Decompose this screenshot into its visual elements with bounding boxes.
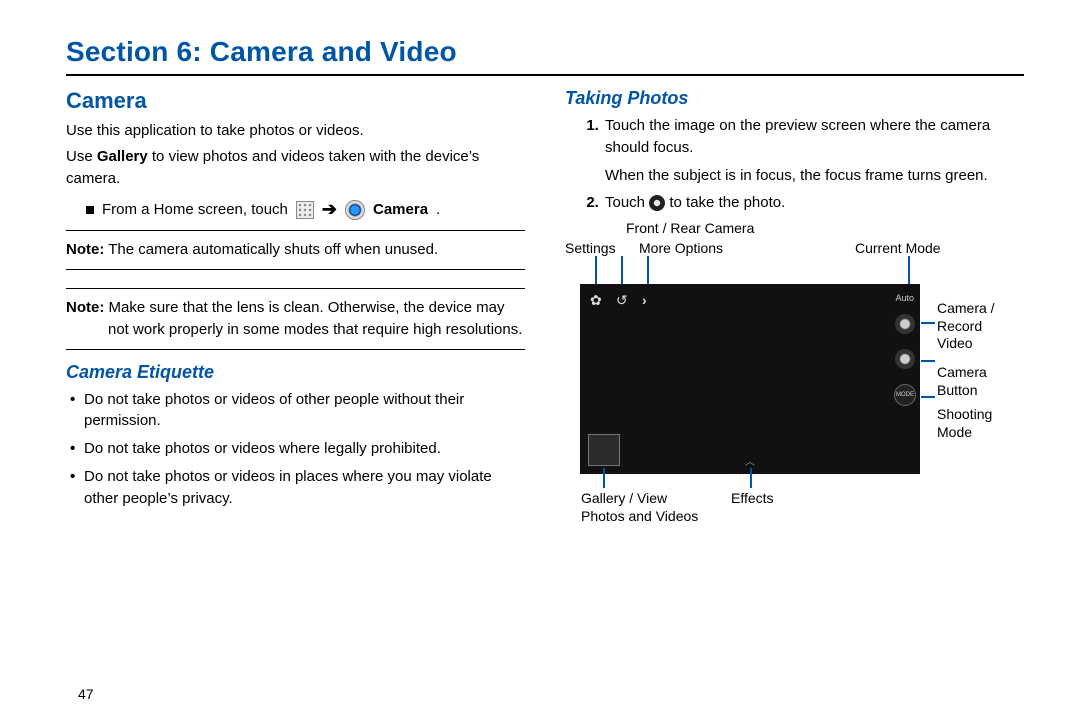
nav-period: . [436,201,440,218]
arrow-icon: ➔ [322,199,337,220]
camera-app-icon [345,200,365,220]
label-gallery-view: Gallery / View Photos and Videos [581,490,711,525]
list-item: Do not take photos or videos of other pe… [84,389,525,433]
label-shooting-mode: Shooting Mode [937,406,1007,441]
list-item: Do not take photos or videos where legal… [84,438,525,460]
note-1: Note: The camera automatically shuts off… [66,239,525,261]
shutter-icon [649,195,665,211]
nav-camera-label: Camera [373,201,428,218]
left-column: Camera Use this application to take phot… [66,88,525,520]
chevron-up-icon: ︿ [745,453,755,468]
subheading-taking-photos: Taking Photos [565,88,1024,109]
note2-text: Make sure that the lens is clean. Otherw… [104,299,522,338]
rule-1 [66,230,525,231]
list-item: Do not take photos or videos in places w… [84,466,525,510]
step-1: Touch the image on the preview screen wh… [603,115,1024,186]
square-bullet-icon [86,206,94,214]
step-2: Touch to take the photo. [603,192,1024,214]
camera-button-icon [895,349,915,369]
section-title: Section 6: Camera and Video [66,36,1024,68]
step1b: When the subject is in focus, the focus … [605,165,1024,187]
step2-pre: Touch [605,194,649,211]
gear-icon: ✿ [590,292,602,309]
label-camera-button: Camera Button [937,364,1007,399]
callout-line [921,396,935,398]
note2-label: Note: [66,299,104,316]
record-button-icon [895,314,915,334]
callout-line [750,468,752,488]
chevron-right-icon: › [642,292,647,308]
label-effects: Effects [731,490,774,508]
note-2: Note: Make sure that the lens is clean. … [66,297,525,341]
label-camera-record: Camera / Record Video [937,300,1007,353]
label-more-options: More Options [639,240,723,258]
intro-line-1: Use this application to take photos or v… [66,120,525,142]
subheading-etiquette: Camera Etiquette [66,362,525,383]
steps-list: Touch the image on the preview screen wh… [565,115,1024,214]
label-current-mode: Current Mode [855,240,941,258]
etiquette-list: Do not take photos or videos of other pe… [66,389,525,510]
switch-camera-icon: ↺ [616,292,628,309]
step1a: Touch the image on the preview screen wh… [605,117,990,156]
p2-pre: Use [66,148,97,165]
gallery-thumbnail-icon [588,434,620,466]
label-settings: Settings [565,240,616,258]
rule-3 [66,288,525,289]
page-number: 47 [78,686,94,702]
camera-preview: ✿ ↺ › Auto MODE ︿ [580,284,920,474]
mode-indicator: Auto [895,293,914,303]
rule-4 [66,349,525,350]
note1-text: The camera automatically shuts off when … [104,241,438,258]
step2-post: to take the photo. [669,194,785,211]
callout-line [921,322,935,324]
label-front-rear: Front / Rear Camera [626,220,754,238]
p2-bold: Gallery [97,148,148,165]
apps-icon [296,201,314,219]
rule-2 [66,269,525,270]
mode-button-icon: MODE [894,384,916,406]
nav-instruction: From a Home screen, touch ➔ Camera. [86,199,525,220]
section-rule [66,74,1024,76]
nav-pre: From a Home screen, touch [102,201,288,218]
callout-line [603,468,605,488]
intro-line-2: Use Gallery to view photos and videos ta… [66,146,525,190]
callout-line [921,360,935,362]
note1-label: Note: [66,241,104,258]
heading-camera: Camera [66,88,525,114]
right-column: Taking Photos Touch the image on the pre… [565,88,1024,520]
camera-diagram: Front / Rear Camera Settings More Option… [565,220,1005,520]
